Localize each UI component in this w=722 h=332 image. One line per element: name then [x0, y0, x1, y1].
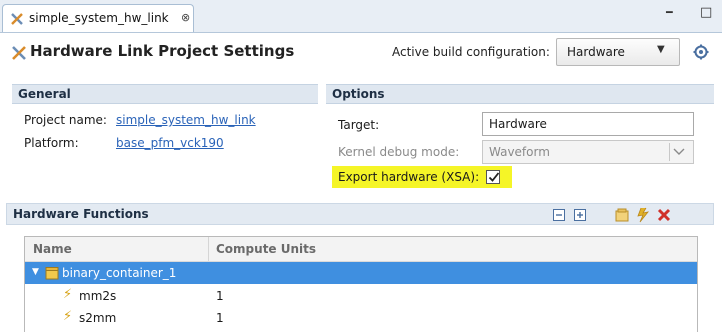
target-value: Hardware [489, 117, 547, 131]
add-function-icon[interactable] [635, 207, 651, 223]
hardware-functions-table: Name Compute Units ▼ binary_container_1 … [24, 236, 698, 332]
function-name: mm2s [79, 289, 117, 303]
maximize-icon[interactable]: □ [700, 5, 712, 20]
add-container-icon[interactable] [615, 208, 629, 222]
general-section-header: General [12, 84, 318, 104]
close-tab-icon[interactable]: ⊗ [181, 11, 190, 24]
column-header-name[interactable]: Name [33, 242, 72, 256]
table-row[interactable]: ⚡ mm2s 1 [25, 285, 697, 307]
build-config-label: Active build configuration: [392, 45, 550, 59]
hardware-functions-title: Hardware Functions [13, 207, 149, 221]
settings-tools-icon [12, 46, 26, 60]
checkmark-icon [488, 172, 500, 182]
column-header-compute-units[interactable]: Compute Units [216, 242, 316, 256]
platform-label: Platform: [24, 136, 79, 150]
chevron-down-icon: ▼ [657, 44, 665, 55]
export-hardware-checkbox[interactable] [486, 170, 500, 184]
project-name-label: Project name: [24, 113, 107, 127]
hardware-functions-section-header: Hardware Functions [6, 203, 714, 225]
manage-config-icon[interactable] [693, 44, 709, 60]
column-divider [208, 237, 209, 261]
options-section-title: Options [332, 87, 385, 101]
platform-link[interactable]: base_pfm_vck190 [116, 136, 224, 150]
table-row[interactable]: ⚡ s2mm 1 [25, 307, 697, 329]
collapse-all-icon[interactable] [552, 208, 566, 222]
editor-tab-bar: simple_system_hw_link ⊗ ━ □ [0, 0, 722, 33]
function-units: 1 [216, 311, 224, 325]
function-icon: ⚡ [63, 309, 73, 324]
chevron-down-icon [669, 143, 685, 161]
tools-icon [11, 13, 23, 25]
table-header: Name Compute Units [25, 237, 697, 262]
kernel-debug-label: Kernel debug mode: [338, 145, 460, 159]
export-hardware-label: Export hardware (XSA): [338, 170, 480, 184]
kernel-debug-value: Waveform [489, 145, 550, 159]
container-icon [45, 267, 59, 280]
build-config-value: Hardware [567, 45, 625, 59]
build-config-select[interactable]: Hardware ▼ [556, 38, 680, 66]
minimize-icon[interactable]: ━ [666, 6, 673, 19]
target-label: Target: [338, 118, 380, 132]
editor-tab[interactable]: simple_system_hw_link ⊗ [2, 4, 194, 32]
tab-title: simple_system_hw_link [29, 11, 169, 25]
page-title: Hardware Link Project Settings [30, 42, 295, 60]
project-name-link[interactable]: simple_system_hw_link [116, 113, 256, 127]
target-field[interactable]: Hardware [482, 112, 694, 136]
page-header: Hardware Link Project Settings Active bu… [0, 33, 722, 73]
expand-arrow-icon[interactable]: ▼ [32, 267, 39, 277]
container-name: binary_container_1 [62, 266, 177, 280]
function-icon: ⚡ [63, 287, 73, 302]
general-section-title: General [18, 87, 71, 101]
table-row-container[interactable]: ▼ binary_container_1 [25, 262, 697, 284]
options-section-header: Options [326, 84, 714, 104]
expand-all-icon[interactable] [573, 208, 587, 222]
kernel-debug-select[interactable]: Waveform [482, 140, 694, 164]
remove-icon[interactable] [657, 208, 671, 222]
function-name: s2mm [79, 311, 117, 325]
function-units: 1 [216, 289, 224, 303]
